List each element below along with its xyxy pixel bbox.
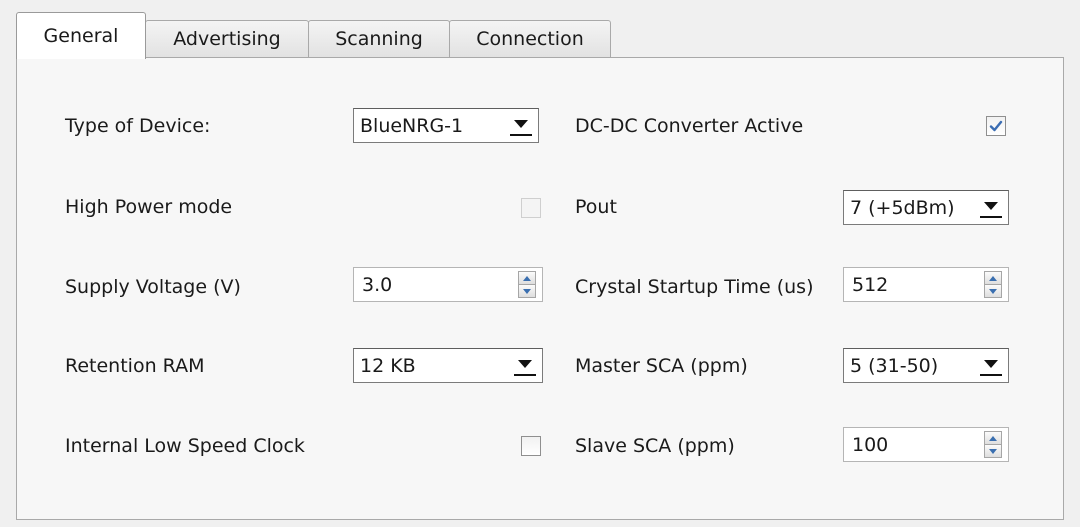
spin-up-icon[interactable] [984, 271, 1002, 285]
crystal-startup-time-spinbox[interactable]: 512 [843, 267, 1009, 302]
pout-label: Pout [575, 196, 617, 218]
slave-sca-spinbox[interactable]: 100 [843, 427, 1009, 462]
supply-voltage-label: Supply Voltage (V) [65, 276, 241, 298]
retention-ram-label: Retention RAM [65, 355, 205, 377]
type-of-device-value: BlueNRG-1 [360, 114, 464, 137]
retention-ram-value: 12 KB [360, 354, 416, 377]
spin-down-icon[interactable] [518, 285, 536, 298]
master-sca-select[interactable]: 5 (31-50) [843, 348, 1009, 383]
type-of-device-select[interactable]: BlueNRG-1 [353, 108, 539, 143]
chevron-down-icon[interactable] [974, 191, 1008, 224]
supply-voltage-value: 3.0 [362, 273, 393, 296]
master-sca-label: Master SCA (ppm) [575, 355, 748, 377]
chevron-down-icon[interactable] [504, 109, 538, 142]
crystal-startup-time-value: 512 [852, 273, 889, 296]
dcdc-converter-active-label: DC-DC Converter Active [575, 115, 804, 137]
pout-value: 7 (+5dBm) [850, 196, 955, 219]
supply-voltage-spinbox[interactable]: 3.0 [353, 267, 543, 302]
spin-up-icon[interactable] [518, 271, 536, 285]
checkmark-icon [989, 120, 1003, 132]
master-sca-value: 5 (31-50) [850, 354, 939, 377]
slave-sca-label: Slave SCA (ppm) [575, 435, 735, 457]
tab-connection[interactable]: Connection [449, 20, 611, 57]
tab-general-label: General [43, 25, 119, 47]
chevron-down-icon[interactable] [508, 349, 542, 382]
tab-general[interactable]: General [16, 12, 146, 59]
tab-advertising-label: Advertising [173, 28, 281, 50]
dcdc-converter-active-checkbox[interactable] [986, 116, 1006, 136]
tab-scanning[interactable]: Scanning [308, 20, 450, 57]
tab-scanning-label: Scanning [335, 28, 423, 50]
spin-up-icon[interactable] [984, 431, 1002, 445]
spin-buttons [984, 271, 1002, 298]
tab-advertising[interactable]: Advertising [145, 20, 309, 57]
high-power-mode-label: High Power mode [65, 196, 233, 218]
high-power-mode-checkbox[interactable] [521, 198, 541, 218]
spin-buttons [984, 431, 1002, 458]
internal-low-speed-clock-checkbox[interactable] [521, 436, 541, 456]
crystal-startup-time-label: Crystal Startup Time (us) [575, 276, 814, 298]
internal-low-speed-clock-label: Internal Low Speed Clock [65, 435, 305, 457]
spin-buttons [518, 271, 536, 298]
slave-sca-value: 100 [852, 433, 889, 456]
type-of-device-label: Type of Device: [65, 115, 211, 137]
pout-select[interactable]: 7 (+5dBm) [843, 190, 1009, 225]
spin-down-icon[interactable] [984, 445, 1002, 458]
general-settings-panel: Type of Device: BlueNRG-1 High Power mod… [16, 57, 1064, 520]
tab-connection-label: Connection [476, 28, 584, 50]
chevron-down-icon[interactable] [974, 349, 1008, 382]
retention-ram-select[interactable]: 12 KB [353, 348, 543, 383]
spin-down-icon[interactable] [984, 285, 1002, 298]
